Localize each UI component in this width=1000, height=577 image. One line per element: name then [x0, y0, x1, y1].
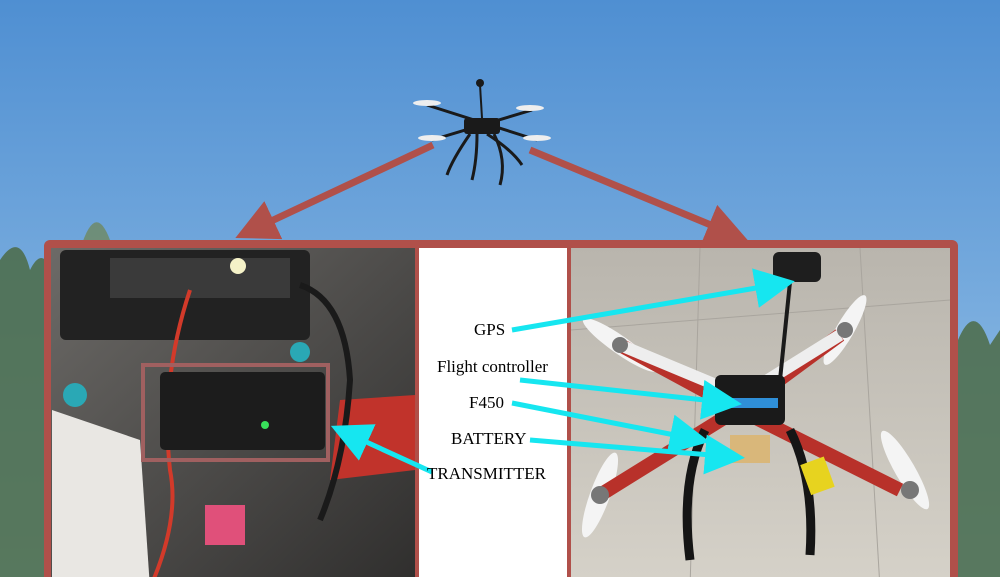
battery-label: BATTERY: [451, 429, 527, 448]
right-drone-photo: [570, 247, 951, 577]
scene-illustration: [0, 0, 1000, 577]
left-closeup-photo: [51, 248, 415, 577]
flight-controller-label: Flight controller: [437, 357, 548, 376]
gps-label: GPS: [474, 320, 506, 339]
f450-label: F450: [469, 393, 504, 412]
label-column: [419, 248, 567, 577]
transmitter-label: TRANSMITTER: [427, 464, 546, 483]
trees-right: [955, 321, 1000, 577]
